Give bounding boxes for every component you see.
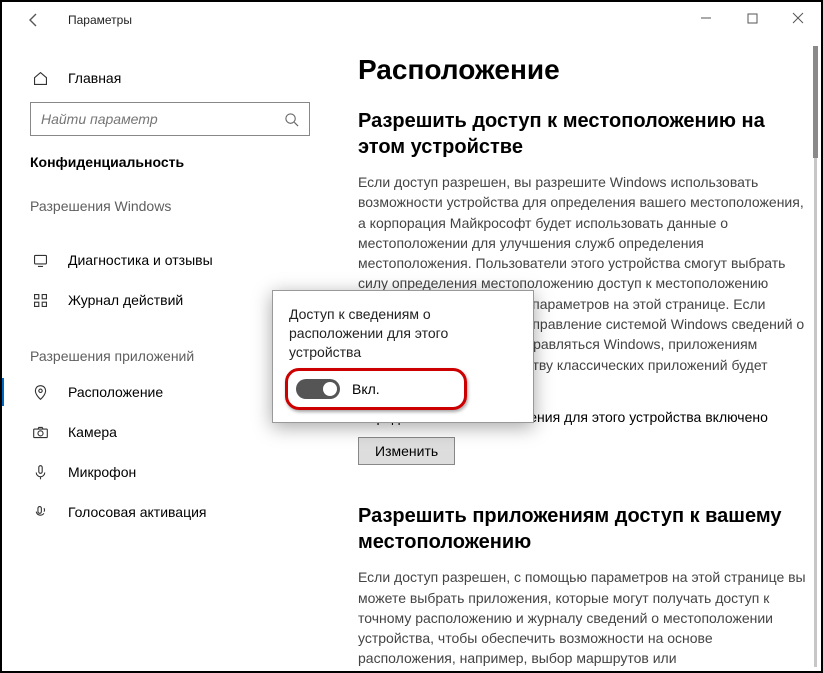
titlebar: Параметры xyxy=(0,0,823,40)
sidebar-item-label: Журнал действий xyxy=(68,292,183,308)
window-title: Параметры xyxy=(68,13,132,27)
sidebar-item-voice-activation[interactable]: Голосовая активация xyxy=(0,492,330,532)
sidebar-home[interactable]: Главная xyxy=(0,58,330,98)
sidebar-item-label: Диагностика и отзывы xyxy=(68,252,213,268)
close-button[interactable] xyxy=(775,2,821,34)
toggle-knob xyxy=(323,382,337,396)
section-description-apps: Если доступ разрешен, с помощью параметр… xyxy=(358,567,811,668)
sidebar-item-diagnostics[interactable]: Диагностика и отзывы xyxy=(0,240,330,280)
sidebar-item-label: Расположение xyxy=(68,384,163,400)
location-access-popup: Доступ к сведениям о расположении для эт… xyxy=(272,290,534,423)
search-input[interactable] xyxy=(30,102,310,136)
sidebar-section-windows: Разрешения Windows xyxy=(0,198,330,214)
popup-title: Доступ к сведениям о расположении для эт… xyxy=(289,305,517,362)
location-icon xyxy=(30,382,50,402)
sidebar-home-label: Главная xyxy=(68,70,121,86)
maximize-button[interactable] xyxy=(729,2,775,34)
sidebar-item-label: Камера xyxy=(68,424,117,440)
scrollbar[interactable] xyxy=(814,46,817,667)
location-toggle[interactable] xyxy=(296,379,340,399)
microphone-icon xyxy=(30,462,50,482)
sidebar-item-microphone[interactable]: Микрофон xyxy=(0,452,330,492)
feedback-icon xyxy=(30,250,50,270)
page-title: Расположение xyxy=(358,54,811,86)
camera-icon xyxy=(30,422,50,442)
search-icon xyxy=(284,112,299,127)
change-button[interactable]: Изменить xyxy=(358,437,455,465)
search-field[interactable] xyxy=(41,111,284,127)
sidebar-category: Конфиденциальность xyxy=(0,154,330,170)
back-icon[interactable] xyxy=(22,8,46,32)
section-heading-apps-location: Разрешить приложениям доступ к вашему ме… xyxy=(358,503,811,555)
sidebar-item-label: Голосовая активация xyxy=(68,504,207,520)
section-heading-device-location: Разрешить доступ к местоположению на это… xyxy=(358,108,811,160)
scrollbar-thumb[interactable] xyxy=(813,46,818,158)
window-controls xyxy=(683,2,821,34)
home-icon xyxy=(30,68,50,88)
toggle-state-label: Вкл. xyxy=(352,381,380,397)
sidebar-item-label: Микрофон xyxy=(68,464,136,480)
minimize-button[interactable] xyxy=(683,2,729,34)
voice-activation-icon xyxy=(30,502,50,522)
history-icon xyxy=(30,290,50,310)
highlighted-toggle-region: Вкл. xyxy=(285,368,467,410)
